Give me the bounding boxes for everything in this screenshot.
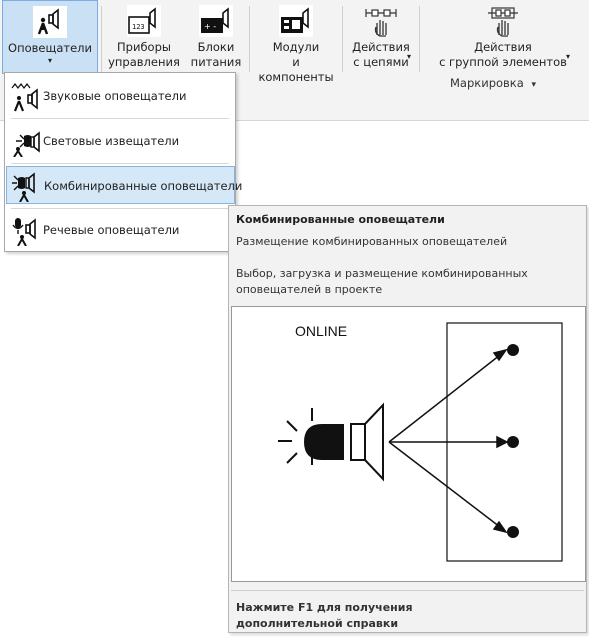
sound-alarm-icon: [11, 83, 38, 112]
group-actions-label: Действия с группой элементов: [439, 40, 567, 69]
tooltip-title: Комбинированные оповещатели: [236, 213, 445, 226]
horn-person-icon: [33, 6, 67, 38]
marking-group-label: Маркировка: [450, 76, 524, 90]
tooltip-help-hint: Нажмите F1 для получения дополнительной …: [236, 601, 413, 630]
divider: [11, 163, 229, 164]
menu-item-light[interactable]: Световые извещатели: [6, 122, 235, 160]
group-hand-icon: [488, 7, 518, 37]
chevron-down-icon: ▾: [47, 56, 52, 65]
tooltip-illustration: ONLINE: [231, 306, 586, 582]
strobe-light: [304, 424, 344, 460]
receiver-dot: [507, 526, 519, 538]
marking-group[interactable]: Маркировка ▾: [450, 76, 536, 90]
circuit-actions-button[interactable]: Действия с цепями ▾: [346, 0, 416, 74]
group-actions-button[interactable]: Действия с группой элементов ▾: [432, 0, 574, 74]
menu-item-label: Световые извещатели: [43, 134, 180, 148]
power-supply-icon: + -: [199, 5, 233, 37]
speaker-body: [350, 423, 366, 461]
divider: [11, 208, 229, 209]
receiver-dot: [507, 436, 519, 448]
modules-label: Модули и компоненты: [258, 40, 334, 84]
menu-item-label: Речевые оповещатели: [43, 223, 180, 237]
notifiers-dropdown-menu: Звуковые оповещатели Световые извещатели…: [4, 72, 242, 252]
power-units-label: Блоки питания: [190, 40, 242, 69]
control-devices-label: Приборы управления: [108, 40, 180, 69]
control-panel-icon: 123: [127, 5, 161, 37]
receiver-dot: [507, 344, 519, 356]
chevron-down-icon: ▾: [407, 52, 412, 61]
sound-arrows: [388, 348, 509, 534]
chevron-down-icon: ▾: [531, 80, 536, 90]
chevron-down-icon: ▾: [566, 52, 571, 61]
separator: [101, 6, 102, 72]
tooltip-description: Выбор, загрузка и размещение комбинирова…: [236, 267, 528, 296]
separator: [342, 6, 343, 72]
circuit-hand-icon: [365, 9, 397, 37]
online-label: ONLINE: [295, 323, 347, 339]
notifiers-label: Оповещатели: [8, 41, 92, 55]
voice-alarm-icon: [12, 218, 36, 246]
speaker-cone: [364, 402, 384, 482]
divider: [11, 118, 229, 119]
tooltip: Комбинированные оповещатели Размещение к…: [228, 205, 587, 633]
circuit-actions-label: Действия с цепями: [352, 40, 410, 69]
menu-item-label: Звуковые оповещатели: [43, 89, 187, 103]
separator: [419, 6, 420, 72]
menu-item-voice[interactable]: Речевые оповещатели: [6, 211, 235, 249]
menu-item-label: Комбинированные оповещатели: [44, 179, 243, 193]
svg-text:+ -: + -: [204, 22, 216, 31]
menu-item-combined[interactable]: Комбинированные оповещатели: [6, 166, 242, 204]
module-icon: [279, 5, 313, 37]
modules-button[interactable]: Модули и компоненты: [253, 0, 339, 84]
control-devices-button[interactable]: 123 Приборы управления: [104, 0, 184, 74]
menu-item-sound[interactable]: Звуковые оповещатели: [6, 77, 235, 115]
separator: [249, 6, 250, 72]
power-units-button[interactable]: + - Блоки питания: [186, 0, 246, 74]
divider: [231, 590, 584, 591]
notifiers-button[interactable]: Оповещатели ▾: [2, 0, 98, 74]
combined-alarm-icon: [12, 172, 35, 202]
light-alarm-icon: [13, 131, 40, 157]
svg-text:123: 123: [132, 23, 145, 31]
tooltip-subtitle: Размещение комбинированных оповещателей: [236, 235, 508, 248]
combined-alarm-diagram: ONLINE: [278, 322, 563, 562]
